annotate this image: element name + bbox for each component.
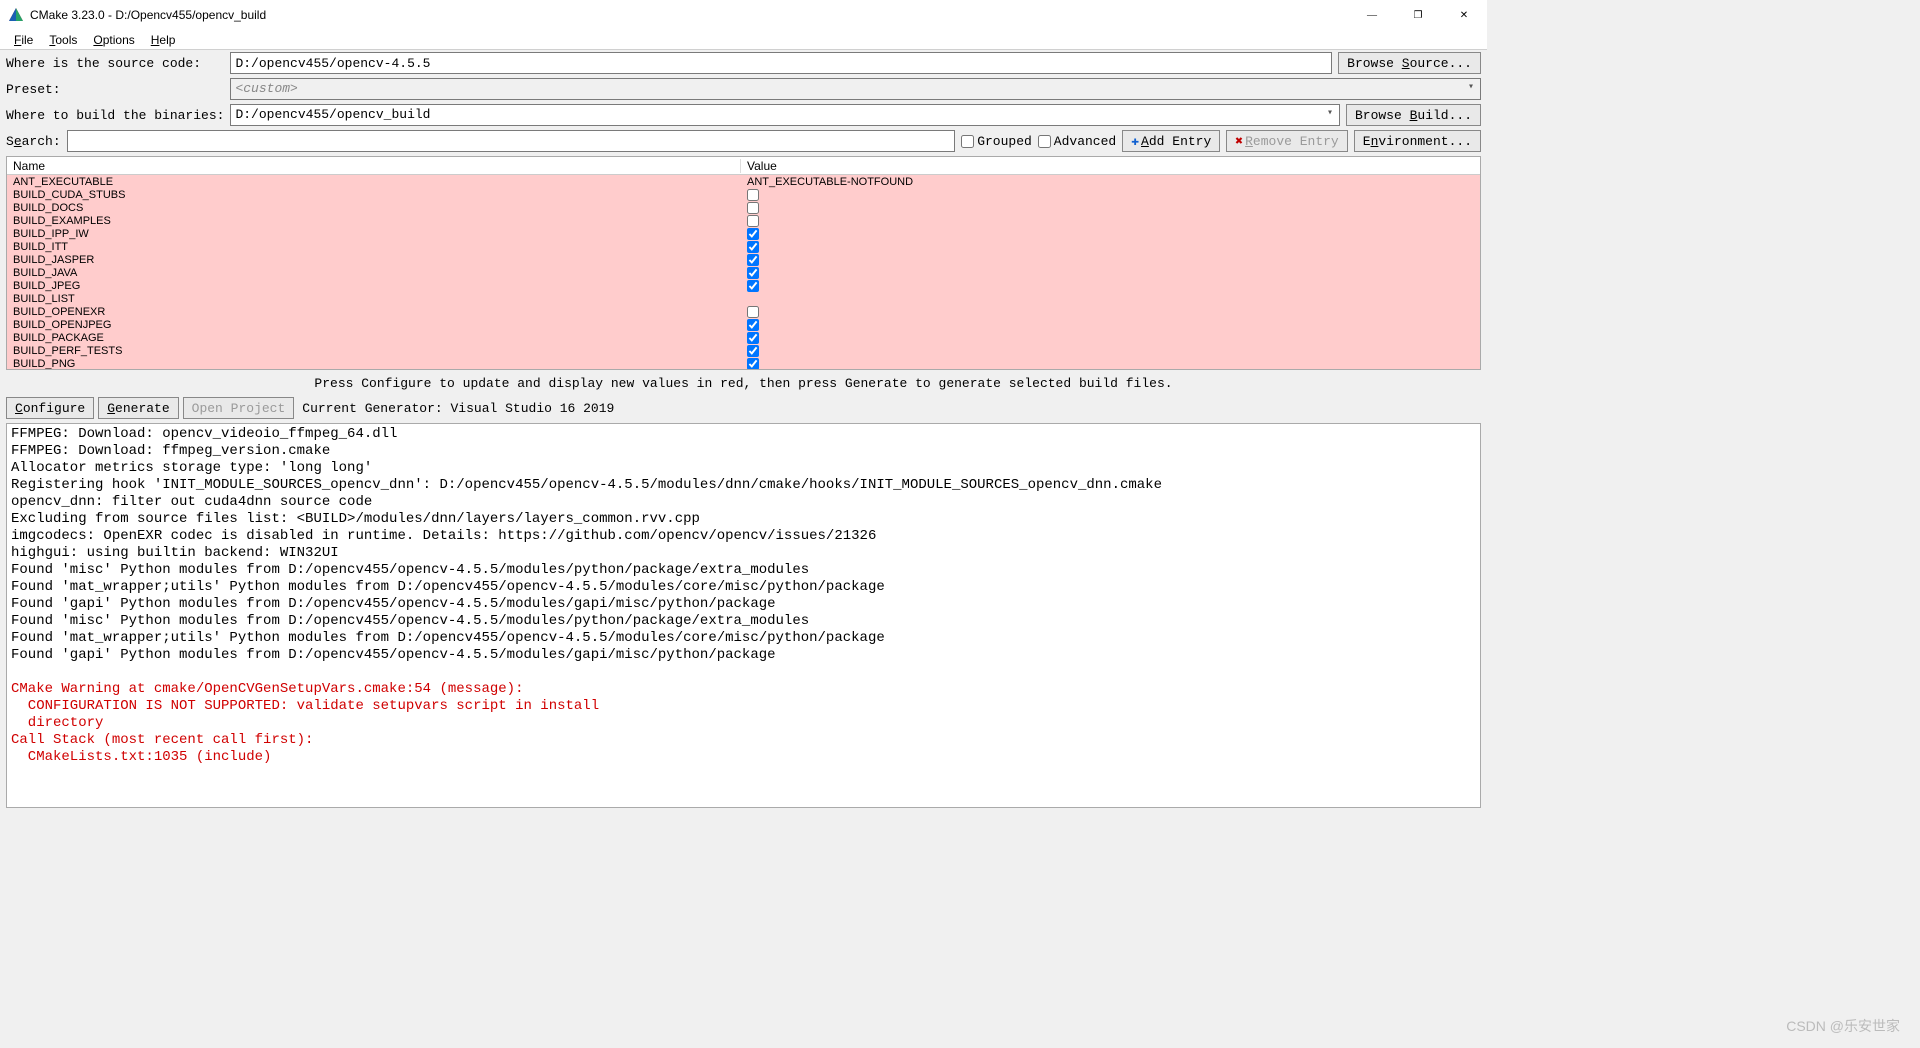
entry-value[interactable] bbox=[741, 319, 1480, 331]
add-entry-button[interactable]: ✚Add Entry bbox=[1122, 130, 1220, 152]
menu-tools[interactable]: Tools bbox=[41, 31, 85, 49]
table-row[interactable]: BUILD_OPENEXR bbox=[7, 305, 1480, 318]
menu-help[interactable]: Help bbox=[143, 31, 184, 49]
log-warning: CMake Warning at cmake/OpenCVGenSetupVar… bbox=[11, 681, 599, 765]
source-input[interactable] bbox=[230, 52, 1332, 74]
entry-value[interactable]: ANT_EXECUTABLE-NOTFOUND bbox=[741, 176, 1480, 188]
entry-name: BUILD_EXAMPLES bbox=[7, 215, 741, 227]
entry-name: BUILD_ITT bbox=[7, 241, 741, 253]
entry-name: BUILD_PACKAGE bbox=[7, 332, 741, 344]
table-row[interactable]: BUILD_ITT bbox=[7, 240, 1480, 253]
table-row[interactable]: BUILD_PNG bbox=[7, 357, 1480, 369]
entry-name: BUILD_JASPER bbox=[7, 254, 741, 266]
generator-label: Current Generator: Visual Studio 16 2019 bbox=[302, 401, 614, 416]
table-row[interactable]: BUILD_JASPER bbox=[7, 253, 1480, 266]
entry-value[interactable] bbox=[741, 241, 1480, 253]
entry-name: BUILD_DOCS bbox=[7, 202, 741, 214]
entry-name: BUILD_JPEG bbox=[7, 280, 741, 292]
menubar: File Tools Options Help bbox=[0, 30, 1487, 50]
table-row[interactable]: ANT_EXECUTABLEANT_EXECUTABLE-NOTFOUND bbox=[7, 175, 1480, 188]
entry-value[interactable] bbox=[741, 358, 1480, 370]
preset-label: Preset: bbox=[6, 82, 224, 97]
entry-value[interactable] bbox=[741, 189, 1480, 201]
build-label: Where to build the binaries: bbox=[6, 108, 224, 123]
entry-name: BUILD_IPP_IW bbox=[7, 228, 741, 240]
environment-button[interactable]: Environment... bbox=[1354, 130, 1481, 152]
table-row[interactable]: BUILD_CUDA_STUBS bbox=[7, 188, 1480, 201]
log-text: FFMPEG: Download: opencv_videoio_ffmpeg_… bbox=[11, 426, 1162, 663]
titlebar: CMake 3.23.0 - D:/Opencv455/opencv_build… bbox=[0, 0, 1487, 30]
table-row[interactable]: BUILD_PERF_TESTS bbox=[7, 344, 1480, 357]
advanced-checkbox[interactable]: Advanced bbox=[1038, 134, 1116, 149]
table-row[interactable]: BUILD_EXAMPLES bbox=[7, 214, 1480, 227]
table-row[interactable]: BUILD_PACKAGE bbox=[7, 331, 1480, 344]
remove-entry-button: ✖Remove Entry bbox=[1226, 130, 1347, 152]
entry-value[interactable] bbox=[741, 306, 1480, 318]
hint-text: Press Configure to update and display ne… bbox=[0, 372, 1487, 395]
table-row[interactable]: BUILD_IPP_IW bbox=[7, 227, 1480, 240]
search-label: Search: bbox=[6, 134, 61, 149]
maximize-button[interactable]: ❐ bbox=[1395, 0, 1441, 30]
table-row[interactable]: BUILD_LIST bbox=[7, 292, 1480, 305]
grouped-checkbox[interactable]: Grouped bbox=[961, 134, 1032, 149]
grid-header: Name Value bbox=[7, 157, 1480, 175]
menu-file[interactable]: File bbox=[6, 31, 41, 49]
grid-body[interactable]: ANT_EXECUTABLEANT_EXECUTABLE-NOTFOUNDBUI… bbox=[7, 175, 1480, 369]
grid-header-value[interactable]: Value bbox=[741, 159, 1480, 173]
entry-name: BUILD_PERF_TESTS bbox=[7, 345, 741, 357]
entry-name: BUILD_LIST bbox=[7, 293, 741, 305]
app-icon bbox=[8, 7, 24, 23]
table-row[interactable]: BUILD_JAVA bbox=[7, 266, 1480, 279]
entry-value[interactable] bbox=[741, 215, 1480, 227]
entry-name: BUILD_PNG bbox=[7, 358, 741, 370]
search-input[interactable] bbox=[67, 130, 956, 152]
window-title: CMake 3.23.0 - D:/Opencv455/opencv_build bbox=[30, 8, 266, 22]
open-project-button: Open Project bbox=[183, 397, 295, 419]
browse-build-button[interactable]: Browse Build... bbox=[1346, 104, 1481, 126]
watermark: CSDN @乐安世家 bbox=[1786, 1016, 1900, 1036]
entry-value[interactable] bbox=[741, 254, 1480, 266]
grid-header-name[interactable]: Name bbox=[7, 159, 741, 173]
entry-value[interactable] bbox=[741, 267, 1480, 279]
menu-options[interactable]: Options bbox=[85, 31, 142, 49]
entry-value[interactable] bbox=[741, 345, 1480, 357]
entry-name: BUILD_CUDA_STUBS bbox=[7, 189, 741, 201]
entry-name: BUILD_OPENJPEG bbox=[7, 319, 741, 331]
entry-name: ANT_EXECUTABLE bbox=[7, 176, 741, 188]
entry-value[interactable] bbox=[741, 202, 1480, 214]
source-label: Where is the source code: bbox=[6, 56, 224, 71]
table-row[interactable]: BUILD_DOCS bbox=[7, 201, 1480, 214]
browse-source-button[interactable]: Browse Source... bbox=[1338, 52, 1481, 74]
cache-grid: Name Value ANT_EXECUTABLEANT_EXECUTABLE-… bbox=[6, 156, 1481, 370]
entry-value[interactable] bbox=[741, 280, 1480, 292]
configure-button[interactable]: Configure bbox=[6, 397, 94, 419]
entry-name: BUILD_OPENEXR bbox=[7, 306, 741, 318]
entry-value[interactable] bbox=[741, 332, 1480, 344]
table-row[interactable]: BUILD_JPEG bbox=[7, 279, 1480, 292]
table-row[interactable]: BUILD_OPENJPEG bbox=[7, 318, 1480, 331]
generate-button[interactable]: Generate bbox=[98, 397, 178, 419]
minimize-button[interactable]: — bbox=[1349, 0, 1395, 30]
preset-combo[interactable]: <custom> bbox=[230, 78, 1481, 100]
entry-value[interactable] bbox=[741, 228, 1480, 240]
entry-name: BUILD_JAVA bbox=[7, 267, 741, 279]
close-button[interactable]: ✕ bbox=[1441, 0, 1487, 30]
log-output[interactable]: FFMPEG: Download: opencv_videoio_ffmpeg_… bbox=[6, 423, 1481, 808]
build-combo[interactable]: D:/opencv455/opencv_build bbox=[230, 104, 1340, 126]
